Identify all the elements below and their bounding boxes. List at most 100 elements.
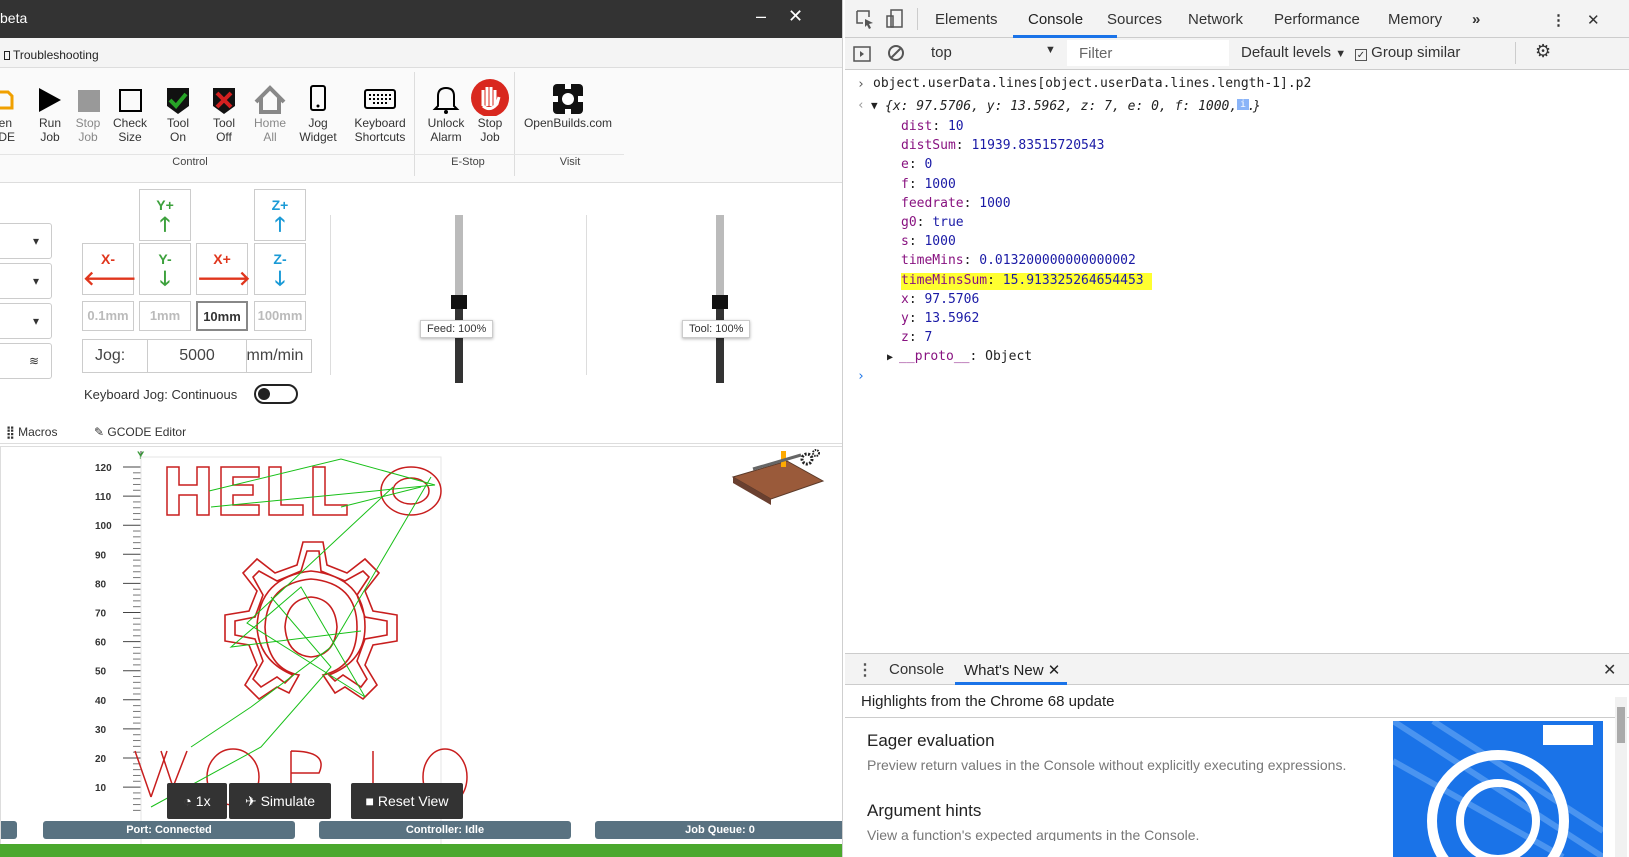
estop-button[interactable]: Stop Job [466, 76, 514, 144]
close-drawer-icon[interactable]: ✕ [1603, 660, 1616, 680]
jog-widget-button[interactable]: Jog Widget [294, 76, 342, 144]
keyboard-jog-toggle[interactable] [254, 384, 298, 404]
layers-button[interactable]: ≋ [0, 343, 52, 379]
log-levels-label: Default levels [1241, 44, 1332, 61]
object-summary[interactable]: {x: 97.5706, y: 13.5962, z: 7, e: 0, f: … [885, 99, 1261, 114]
step-100mm-button[interactable]: 100mm [254, 301, 306, 331]
drawer-menu-icon[interactable]: ⋮ [857, 660, 873, 680]
close-button[interactable]: ✕ [788, 6, 803, 27]
tab-console[interactable]: Console [1028, 11, 1083, 28]
square-icon: ■ [365, 793, 374, 809]
group-estop-label: E-Stop [451, 156, 485, 168]
check-size-button[interactable]: Check Size [106, 76, 154, 144]
kebab-menu-icon[interactable]: ⋮ [1551, 11, 1566, 29]
y-tick-label: 90 [95, 550, 107, 561]
whats-new-title: Highlights from the Chrome 68 update [861, 693, 1115, 710]
profile-dropdown[interactable]: ▾ [0, 263, 52, 299]
feature-item[interactable]: Eager evaluation Preview return values i… [867, 731, 1347, 773]
feature-item[interactable]: Argument hints View a function's expecte… [867, 801, 1347, 841]
tool-override-slider[interactable] [712, 215, 728, 383]
sidebar-toggle-icon[interactable] [853, 46, 871, 62]
scrollbar-thumb[interactable] [1617, 707, 1625, 743]
openbuilds-link[interactable]: OpenBuilds.com [520, 76, 616, 130]
jog-z-plus-button[interactable]: Z+ 🡑 [254, 189, 306, 241]
keyboard-jog-label: Keyboard Jog: Continuous [84, 387, 238, 402]
jog-label: Jog: [95, 347, 126, 364]
inspect-icon[interactable] [855, 9, 875, 29]
property-separator: : [963, 195, 980, 211]
jog-z-plus-label: Z+ [271, 197, 289, 213]
console-settings-icon[interactable]: ⚙ [1535, 41, 1551, 62]
info-icon[interactable]: i [1237, 99, 1250, 110]
unit-dropdown[interactable]: ▾ [0, 223, 52, 259]
jog-y-plus-button[interactable]: Y+ 🡑 [139, 189, 191, 241]
slider-handle[interactable] [712, 295, 728, 309]
reset-view-button[interactable]: ■ Reset View [351, 783, 463, 819]
tool-off-button[interactable]: Tool Off [200, 76, 248, 144]
device-toolbar-icon[interactable] [885, 8, 905, 30]
tab-macros[interactable]: ⣿ Macros [6, 425, 57, 439]
console-prompt-icon[interactable]: › [857, 369, 865, 384]
jog-unit-label: mm/min [246, 347, 304, 364]
jog-y-minus-button[interactable]: Y- 🡓 [139, 243, 191, 295]
drawer-tab-console[interactable]: Console [889, 661, 944, 678]
tab-memory[interactable]: Memory [1388, 11, 1442, 28]
jog-x-minus-label: X- [101, 251, 115, 267]
tool-on-button[interactable]: Tool On [154, 76, 202, 144]
stop-job-button[interactable]: Stop Job [64, 76, 112, 144]
close-tab-icon[interactable]: ✕ [1048, 662, 1061, 679]
slider-handle[interactable] [451, 295, 467, 309]
property-value: 1000 [979, 195, 1011, 211]
ribbon-label: Check [112, 116, 147, 130]
simulate-label: Simulate [260, 793, 316, 809]
expand-triangle-icon[interactable]: ▶ [887, 352, 899, 363]
openbuilds-logo-icon [520, 76, 616, 116]
minimize-button[interactable]: – [756, 6, 766, 27]
simulate-button[interactable]: ✈ Simulate [229, 783, 331, 819]
feed-override-slider[interactable] [451, 215, 467, 383]
clear-console-icon[interactable] [887, 44, 905, 62]
jog-x-plus-button[interactable]: X+ 🡒 [196, 243, 251, 295]
jog-feedrate-input[interactable]: 5000 [147, 340, 247, 372]
tab-performance[interactable]: Performance [1274, 11, 1360, 28]
drawer-tab-whats-new[interactable]: What's New ✕ [964, 661, 1060, 679]
tab-troubleshooting[interactable]: Troubleshooting [4, 48, 99, 62]
group-visit-label: Visit [559, 156, 581, 168]
property-key: s [901, 234, 909, 250]
filter-input[interactable]: Filter [1067, 40, 1229, 66]
tab-sources[interactable]: Sources [1107, 11, 1162, 28]
status-green-bar [0, 844, 842, 857]
settings-gears-icon[interactable] [800, 449, 820, 466]
arrow-up-icon: 🡑 [159, 214, 171, 236]
group-similar-checkbox[interactable]: ✓ Group similar [1355, 44, 1460, 61]
unlock-alarm-button[interactable]: Unlock Alarm [422, 76, 470, 144]
jog-x-minus-button[interactable]: X- 🡐 [82, 243, 137, 295]
home-all-button[interactable]: Home All [246, 76, 294, 144]
probe-dropdown[interactable]: ▾ [0, 303, 52, 339]
drawer-scrollbar[interactable] [1615, 697, 1627, 857]
property-value: 1000 [924, 176, 956, 192]
tab-elements[interactable]: Elements [935, 11, 998, 28]
more-tabs-button[interactable]: » [1472, 11, 1480, 28]
tab-network[interactable]: Network [1188, 11, 1243, 28]
step-10mm-button[interactable]: 10mm [196, 301, 248, 331]
close-devtools-icon[interactable]: ✕ [1587, 11, 1600, 29]
speed-button[interactable]: ◔ 1x [167, 783, 227, 819]
toolbar-divider [917, 8, 918, 30]
step-1mm-button[interactable]: 1mm [139, 301, 191, 331]
property-row: timeMins: 0.013200000000000002 [901, 253, 1136, 268]
tab-gcode-editor[interactable]: ✎ GCODE Editor [94, 425, 186, 439]
step-0-1mm-button[interactable]: 0.1mm [82, 301, 134, 331]
log-levels-dropdown[interactable]: Default levels ▼ [1241, 44, 1346, 61]
property-value: 0.013200000000000002 [979, 253, 1136, 269]
ribbon-label: Off [216, 130, 232, 144]
group-control-label: Control [172, 156, 208, 168]
expand-triangle-icon[interactable]: ▼ [871, 99, 878, 112]
open-gcode-button[interactable]: penODE [0, 76, 26, 144]
keyboard-shortcuts-button[interactable]: Keyboard Shortcuts [352, 76, 408, 144]
3d-viewer[interactable]: 120110100908070605040302010 Y [0, 446, 842, 856]
ribbon-label: Tool [212, 116, 235, 130]
jog-z-minus-button[interactable]: Z- 🡓 [254, 243, 306, 295]
console-command: object.userData.lines[object.userData.li… [873, 76, 1312, 91]
context-selector[interactable]: top ▼ [913, 40, 1075, 66]
